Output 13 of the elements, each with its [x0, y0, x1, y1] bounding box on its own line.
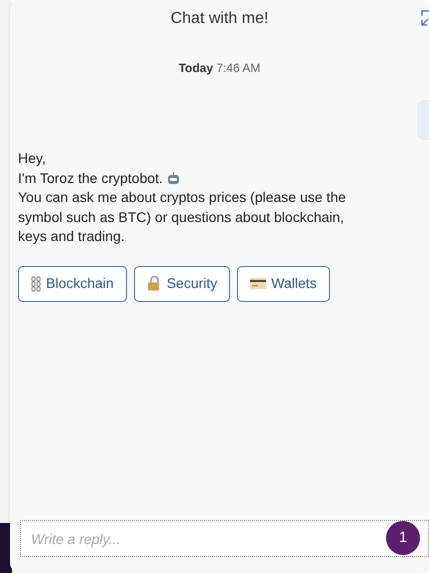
chain-icon	[31, 276, 41, 292]
message-timestamp: Today 7:46 AM	[178, 60, 260, 77]
chat-title: Chat with me!	[170, 9, 268, 29]
quick-reply-button[interactable]: Wallets	[237, 266, 330, 302]
minimize-icon[interactable]	[421, 10, 429, 26]
quick-reply-button[interactable]: Blockchain	[18, 266, 127, 302]
robot-icon	[166, 172, 180, 185]
help-text: You can ask me about cryptos prices (please use the symbol such as BTC) or questions about blockchain, keys and trading.	[18, 188, 347, 246]
intro-text: I'm Toroz the cryptobot.	[18, 168, 163, 188]
credit-card-icon	[250, 278, 266, 289]
greeting-text: Hey,	[18, 149, 47, 168]
quick-reply-button[interactable]: Security	[134, 266, 230, 302]
lock-icon	[146, 276, 162, 291]
